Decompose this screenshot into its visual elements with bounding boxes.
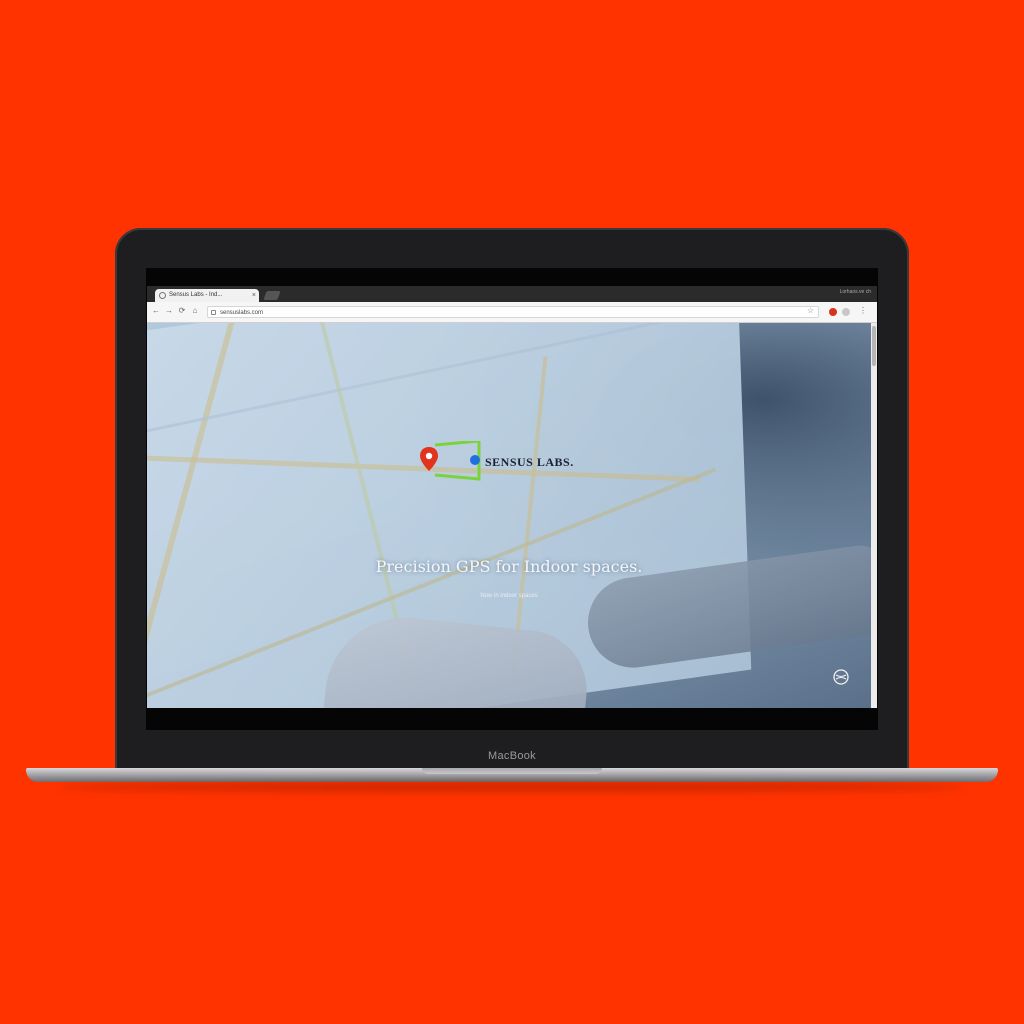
hero-subtitle[interactable]: Now in indoor spaces	[147, 593, 871, 599]
browser-window: Sensus Labs - Ind... × Lorhaos.ve ch ← →…	[147, 286, 877, 708]
page-info-icon[interactable]	[211, 310, 216, 315]
browser-menu-icon[interactable]: ⋮	[859, 306, 867, 315]
bookmark-star-icon[interactable]: ☆	[807, 306, 814, 315]
address-text: sensuslabs.com	[220, 310, 264, 316]
browser-toolbar: ← → ⟳ ⌂ sensuslabs.com ☆ ⋮	[147, 302, 877, 323]
hero-overlay	[147, 323, 871, 708]
home-icon[interactable]: ⌂	[190, 306, 200, 315]
page-scrollbar[interactable]	[871, 323, 877, 708]
device-brand-label: MacBook	[488, 750, 536, 762]
browser-tab[interactable]: Sensus Labs - Ind... ×	[155, 289, 259, 302]
web-page-hero: SENSUS LABS. Precision GPS for Indoor sp…	[147, 323, 871, 708]
favicon-icon	[159, 292, 166, 299]
tab-close-icon[interactable]: ×	[252, 289, 256, 302]
globe-icon[interactable]	[833, 669, 849, 685]
profile-name[interactable]: Lorhaos.ve ch	[840, 289, 871, 295]
sensus-labs-logo[interactable]: SENSUS LABS.	[417, 439, 617, 491]
extension-icon-secondary[interactable]	[842, 308, 850, 316]
forward-icon[interactable]: →	[164, 306, 174, 315]
address-bar[interactable]: sensuslabs.com	[207, 306, 819, 318]
logo-text: SENSUS LABS.	[485, 455, 574, 469]
location-dot	[470, 455, 480, 465]
laptop-shadow	[60, 782, 964, 792]
laptop-notch	[422, 768, 602, 774]
back-icon[interactable]: ←	[151, 306, 161, 315]
hero-title: Precision GPS for Indoor spaces.	[375, 557, 643, 576]
scrollbar-thumb[interactable]	[872, 326, 876, 366]
extension-icon[interactable]	[829, 308, 837, 316]
reload-icon[interactable]: ⟳	[177, 306, 187, 315]
tab-strip: Sensus Labs - Ind... × Lorhaos.ve ch	[147, 286, 877, 302]
new-tab-button[interactable]	[263, 291, 281, 300]
tab-title: Sensus Labs - Ind...	[169, 292, 223, 298]
logo-mark	[420, 439, 481, 481]
